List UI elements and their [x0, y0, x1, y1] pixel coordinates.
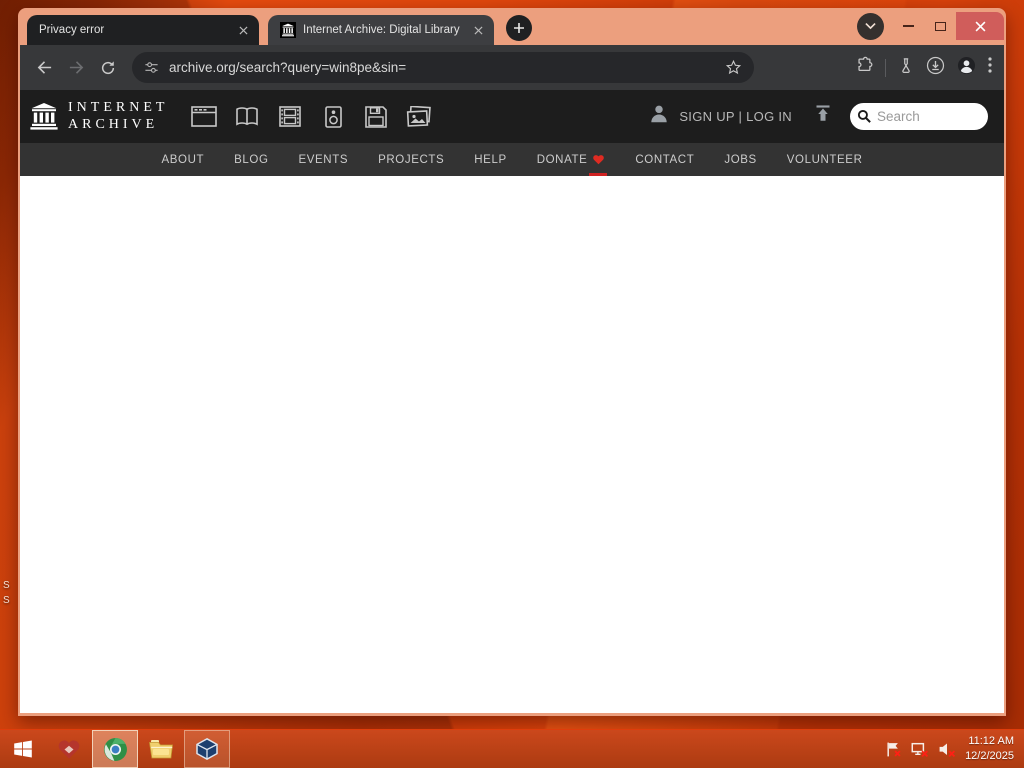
tab-title: Privacy error	[39, 24, 105, 36]
profile-avatar-icon[interactable]	[957, 56, 976, 80]
nav-item-about[interactable]: ABOUT	[147, 143, 220, 176]
nav-item-jobs[interactable]: JOBS	[709, 143, 771, 176]
nav-item-projects[interactable]: PROJECTS	[363, 143, 459, 176]
address-bar[interactable]: archive.org/search?query=win8pe&sin=	[132, 52, 754, 83]
header-account-area: SIGN UP | LOG IN	[648, 103, 998, 130]
tab-close-icon[interactable]	[470, 22, 486, 38]
taskbar: 11:12 AM 12/2/2025	[0, 729, 1024, 768]
back-button[interactable]	[28, 52, 60, 84]
taskbar-clock[interactable]: 11:12 AM 12/2/2025	[965, 734, 1014, 764]
maximize-button[interactable]	[924, 12, 956, 40]
images-icon[interactable]	[405, 104, 433, 130]
desktop: S S Privacy error Internet Archive: Digi…	[0, 0, 1024, 768]
site-settings-icon[interactable]	[144, 60, 159, 75]
heart-icon	[593, 155, 605, 165]
chevron-down-icon	[865, 22, 876, 30]
audio-icon[interactable]	[319, 104, 347, 130]
page-content	[20, 176, 1004, 713]
close-icon	[975, 21, 985, 31]
nav-item-contact[interactable]: CONTACT	[620, 143, 709, 176]
signup-login-link[interactable]: SIGN UP | LOG IN	[679, 109, 792, 124]
labs-flask-icon[interactable]	[898, 57, 914, 79]
reload-button[interactable]	[92, 52, 124, 84]
new-tab-button[interactable]	[506, 15, 532, 41]
bookmark-star-icon[interactable]	[725, 59, 742, 76]
page-viewport: INTERNET ARCHIVE SIGN UP | LOG IN Search…	[20, 90, 1004, 713]
start-button[interactable]	[0, 730, 46, 768]
media-type-icons	[190, 104, 433, 130]
site-nav: ABOUT BLOG EVENTS PROJECTS HELP DONATE C…	[20, 143, 1004, 176]
back-icon	[37, 61, 51, 74]
search-icon	[857, 109, 871, 123]
chrome-taskbar-icon[interactable]	[92, 730, 138, 768]
reload-icon	[101, 60, 115, 74]
brand-line-1: INTERNET	[68, 100, 169, 116]
web-icon[interactable]	[190, 104, 218, 130]
system-tray: 11:12 AM 12/2/2025	[884, 730, 1024, 768]
toolbar-separator	[885, 58, 886, 77]
browser-window: Privacy error Internet Archive: Digital …	[18, 8, 1006, 716]
nav-item-help[interactable]: HELP	[459, 143, 521, 176]
tab-title: Internet Archive: Digital Library	[303, 24, 460, 36]
desktop-icon-label-fragment: S	[3, 595, 10, 606]
tab-internet-archive[interactable]: Internet Archive: Digital Library	[268, 15, 494, 45]
nav-item-events[interactable]: EVENTS	[284, 143, 364, 176]
browser-toolbar: archive.org/search?query=win8pe&sin=	[20, 45, 1004, 90]
upload-icon[interactable]	[813, 104, 833, 129]
volume-muted-icon[interactable]	[938, 740, 956, 758]
person-icon	[648, 103, 670, 130]
extensions-icon[interactable]	[855, 56, 873, 79]
plus-icon	[514, 23, 524, 33]
file-explorer-icon[interactable]	[138, 730, 184, 768]
virtualbox-icon[interactable]	[184, 730, 230, 768]
forward-button[interactable]	[60, 52, 92, 84]
nav-item-donate[interactable]: DONATE	[522, 143, 621, 176]
software-icon[interactable]	[362, 104, 390, 130]
site-search	[850, 103, 988, 130]
tab-privacy-error[interactable]: Privacy error	[27, 15, 259, 45]
internet-archive-logo[interactable]	[26, 99, 62, 135]
tab-search-button[interactable]	[857, 12, 884, 40]
internet-archive-header: INTERNET ARCHIVE SIGN UP | LOG IN Search	[20, 90, 1004, 143]
close-window-button[interactable]	[956, 12, 1004, 40]
tab-strip: Privacy error Internet Archive: Digital …	[20, 8, 1004, 45]
internet-archive-wordmark[interactable]: INTERNET ARCHIVE	[68, 100, 168, 132]
desktop-icon-label-fragment: S	[3, 580, 10, 591]
minimize-button[interactable]	[892, 12, 924, 40]
tray-time: 11:12 AM	[968, 735, 1014, 748]
downloads-icon[interactable]	[926, 56, 945, 80]
internet-archive-favicon	[280, 22, 296, 38]
url-text[interactable]: archive.org/search?query=win8pe&sin=	[169, 60, 715, 75]
window-controls	[857, 11, 1004, 41]
donate-underline	[589, 173, 608, 176]
action-center-flag-icon[interactable]	[884, 740, 902, 758]
nav-item-volunteer[interactable]: VOLUNTEER	[772, 143, 878, 176]
menu-kebab-icon[interactable]	[988, 57, 992, 78]
windows-logo-icon	[14, 740, 32, 758]
tray-date: 12/2/2025	[965, 750, 1014, 762]
network-disconnected-icon[interactable]	[911, 740, 929, 758]
nav-item-blog[interactable]: BLOG	[219, 143, 283, 176]
brand-line-2: ARCHIVE	[68, 116, 159, 132]
texts-icon[interactable]	[233, 104, 261, 130]
video-icon[interactable]	[276, 104, 304, 130]
heart-app-icon[interactable]	[46, 730, 92, 768]
toolbar-actions	[855, 56, 996, 80]
forward-icon	[69, 61, 83, 74]
tab-close-icon[interactable]	[235, 22, 251, 38]
